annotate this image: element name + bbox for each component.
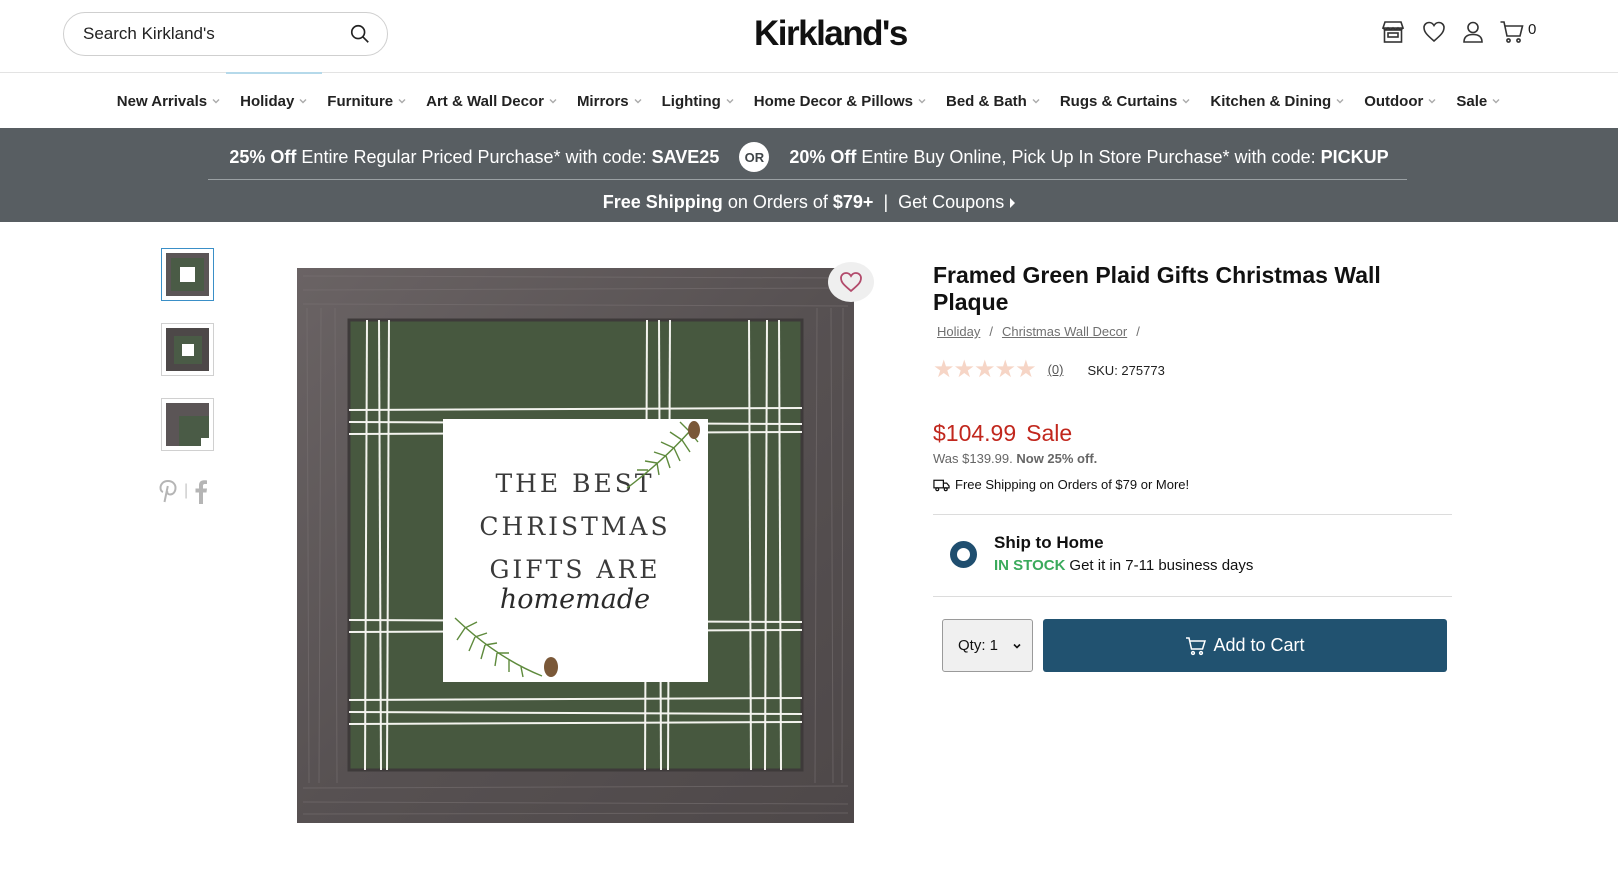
add-to-cart-button[interactable]: Add to Cart [1043,619,1447,672]
was-price: Was $139.99. Now 25% off. [933,451,1098,466]
cart-link[interactable]: 0 [1499,19,1536,45]
chevron-down-icon [299,99,307,104]
get-coupons-link[interactable]: Get Coupons [898,192,1016,212]
account-icon[interactable] [1460,19,1486,45]
breadcrumb-sep: / [989,324,993,339]
chevron-down-icon [726,99,734,104]
nav-mirrors[interactable]: Mirrors [577,74,643,128]
search-input[interactable] [83,24,349,44]
or-badge: OR [739,142,770,172]
chevron-down-icon [1336,99,1344,104]
chevron-down-icon [212,99,220,104]
shipping-note: Free Shipping on Orders of $79 or More! [933,477,1189,492]
share-links: | [158,478,208,504]
breadcrumb: Holiday / Christmas Wall Decor / [937,324,1149,339]
cart-icon[interactable] [1499,19,1525,45]
nav-label: Sale [1456,92,1488,110]
nav-outdoor[interactable]: Outdoor [1364,74,1437,128]
breadcrumb-christmas-wall-decor[interactable]: Christmas Wall Decor [1002,324,1127,339]
wishlist-heart-icon[interactable] [1421,19,1447,45]
add-to-wishlist-button[interactable] [828,262,874,302]
nav-label: Lighting [661,92,721,110]
nav-holiday[interactable]: Holiday [226,72,323,128]
thumbnail-2[interactable] [161,323,214,376]
divider [933,596,1452,597]
cart-count: 0 [1528,20,1537,38]
sale-label: Sale [1026,420,1073,446]
promo-offer-1: 25% Off Entire Regular Priced Purchase* … [229,146,720,167]
pinterest-icon[interactable] [158,478,178,504]
divider [933,514,1452,515]
art-line-4: homemade [500,584,650,615]
promo-banner: 25% Off Entire Regular Priced Purchase* … [0,128,1618,222]
review-count-link[interactable]: (0) [1048,362,1064,377]
store-icon[interactable] [1380,19,1406,45]
site-logo[interactable]: Kirkland's [754,14,908,54]
nav-home-decor-pillows[interactable]: Home Decor & Pillows [754,74,927,128]
rating-stars-icon: ★★★★★ [933,356,1037,383]
main-nav: New Arrivals Holiday Furniture Art & Wal… [0,72,1618,128]
chevron-down-icon [918,99,926,104]
nav-lighting[interactable]: Lighting [662,74,735,128]
nav-label: Kitchen & Dining [1210,92,1332,110]
caret-right-icon [1010,198,1016,209]
nav-art-wall-decor[interactable]: Art & Wall Decor [426,74,558,128]
art-line-1: THE BEST [495,469,654,498]
thumbnail-3[interactable] [161,398,214,451]
nav-furniture[interactable]: Furniture [327,74,407,128]
nav-kitchen-dining[interactable]: Kitchen & Dining [1210,74,1345,128]
rating-row: ★★★★★ (0) SKU: 275773 [933,355,1165,384]
site-header: Kirkland's 0 [0,0,1618,73]
nav-new-arrivals[interactable]: New Arrivals [117,74,221,128]
chevron-down-icon [1428,99,1436,104]
truck-icon [933,479,950,491]
nav-bed-bath[interactable]: Bed & Bath [946,74,1041,128]
nav-label: Art & Wall Decor [426,92,544,110]
nav-label: Furniture [327,92,394,110]
search-icon[interactable] [349,23,371,45]
chevron-down-icon [1182,99,1190,104]
nav-rugs-curtains[interactable]: Rugs & Curtains [1060,74,1192,128]
nav-label: Holiday [240,92,295,110]
promo-divider [208,179,1407,180]
nav-label: Outdoor [1364,92,1424,110]
price: $104.99 Sale [933,420,1072,447]
nav-label: Rugs & Curtains [1059,92,1178,110]
sale-price: $104.99 [933,420,1017,446]
chevron-down-icon [549,99,557,104]
cart-icon [1186,636,1207,655]
promo-offer-2: 20% Off Entire Buy Online, Pick Up In St… [789,146,1389,167]
chevron-down-icon [634,99,642,104]
nav-label: Mirrors [576,92,629,110]
facebook-icon[interactable] [194,478,208,504]
art-line-2: CHRISTMAS [479,512,670,541]
savings: Now 25% off. [1016,451,1098,466]
chevron-down-icon [398,99,406,104]
share-divider: | [184,482,189,499]
promo-offers: 25% Off Entire Regular Priced Purchase* … [0,142,1618,172]
ship-to-home-status: IN STOCK Get it in 7-11 business days [994,557,1254,574]
nav-sale[interactable]: Sale [1456,74,1501,128]
in-stock-badge: IN STOCK [994,557,1066,574]
quantity-select[interactable]: Qty: 1 [942,619,1033,672]
thumbnail-1[interactable] [161,248,214,301]
sku: SKU: 275773 [1087,363,1165,378]
chevron-down-icon [1013,643,1021,649]
breadcrumb-sep: / [1136,324,1140,339]
nav-label: New Arrivals [116,92,208,110]
promo-shipping: Free Shipping on Orders of $79+ | Get Co… [0,192,1618,213]
breadcrumb-holiday[interactable]: Holiday [937,324,980,339]
heart-icon [840,272,862,293]
search-bar[interactable] [63,12,388,56]
nav-label: Bed & Bath [946,92,1027,110]
art-line-3: GIFTS ARE [489,555,660,584]
nav-label: Home Decor & Pillows [753,92,913,110]
chevron-down-icon [1032,99,1040,104]
ship-to-home-radio[interactable] [950,541,977,568]
ship-to-home-title: Ship to Home [994,533,1104,552]
product-title: Framed Green Plaid Gifts Christmas Wall … [933,262,1381,315]
chevron-down-icon [1492,99,1500,104]
product-image[interactable]: THE BEST CHRISTMAS GIFTS ARE homemade [297,268,854,823]
